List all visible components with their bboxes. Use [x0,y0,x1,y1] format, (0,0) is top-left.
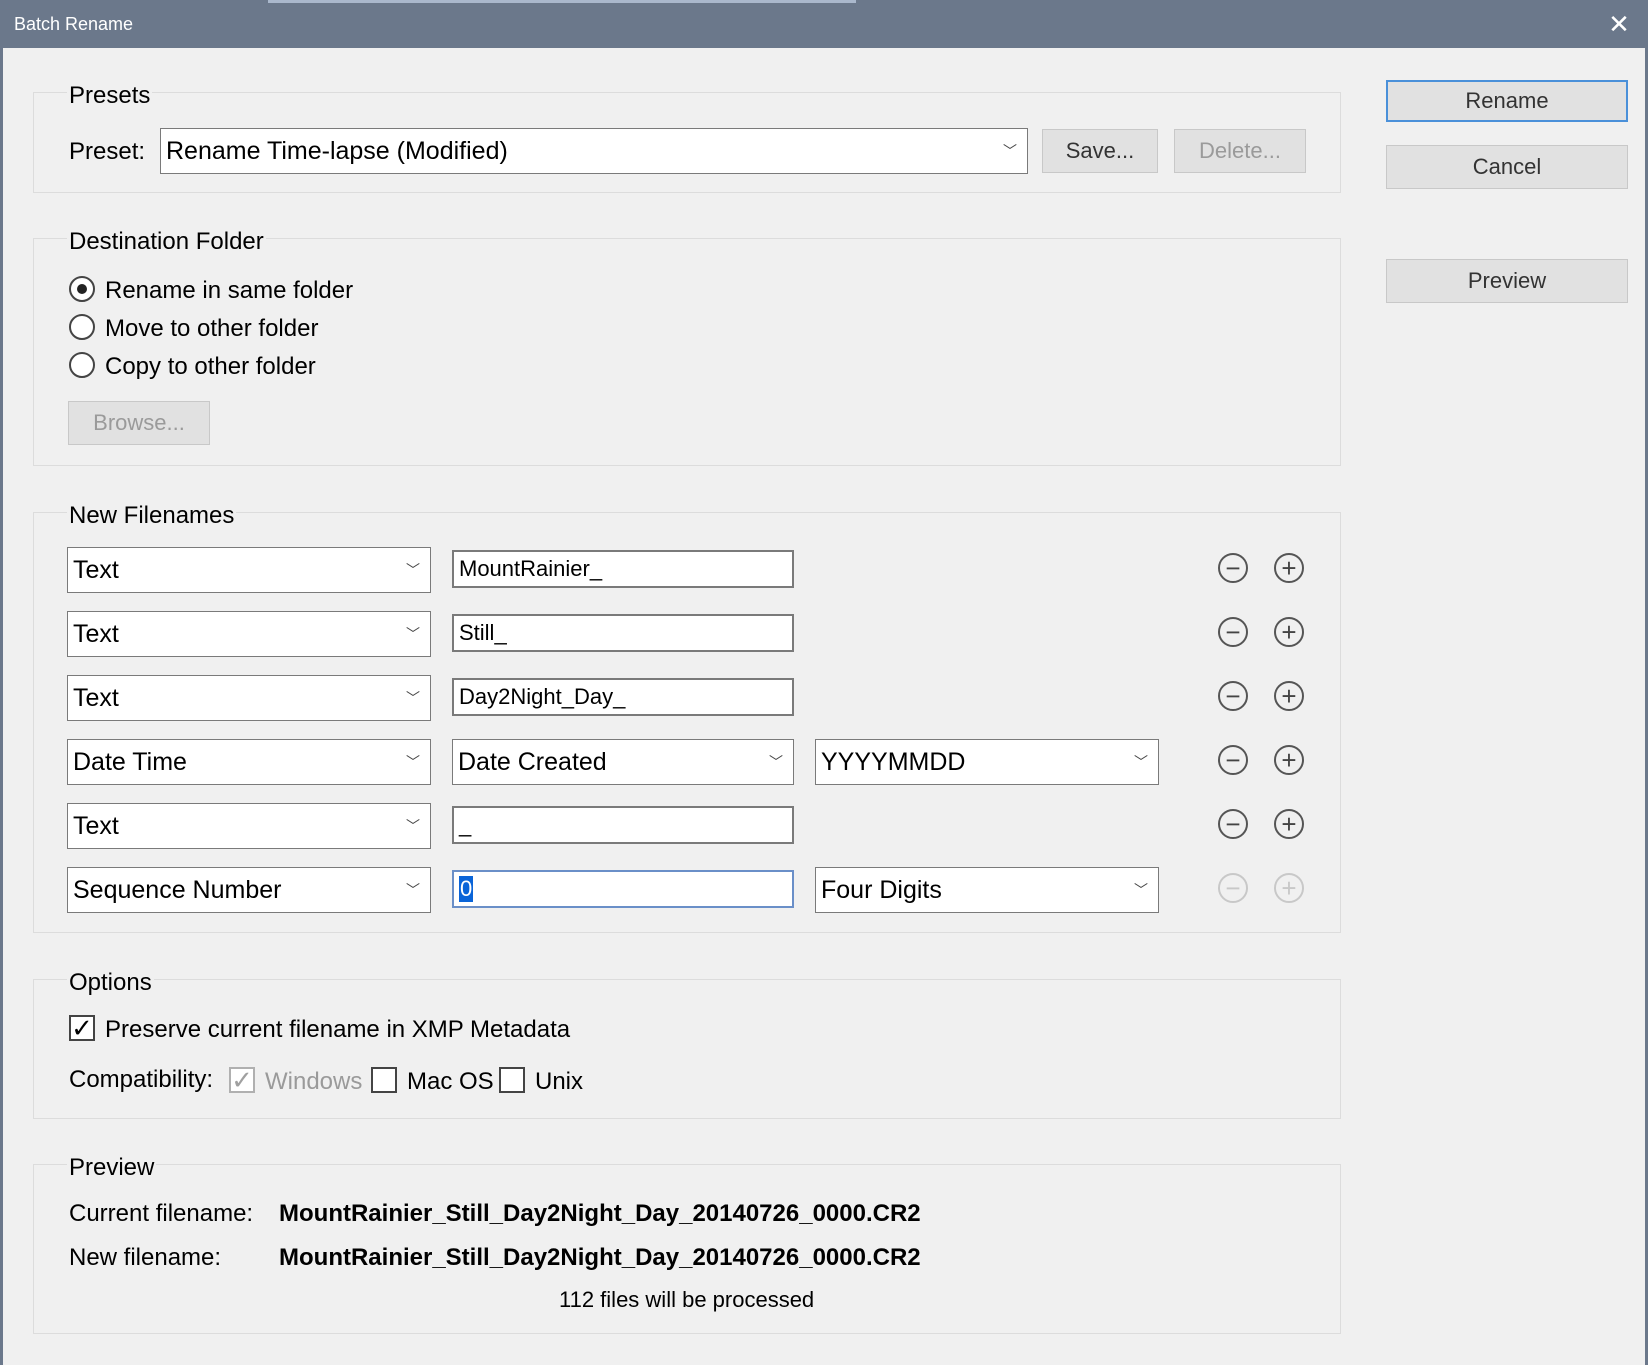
chevron-down-icon: ﹀ [406,626,420,642]
cancel-button[interactable]: Cancel [1386,145,1628,189]
options-group [33,979,1341,1119]
remove-row-icon[interactable]: − [1218,745,1248,775]
chevron-down-icon: ﹀ [1134,754,1148,770]
destination-group [33,238,1341,466]
sequence-start-input[interactable]: 0 [452,870,794,908]
options-legend: Options [67,969,154,997]
filename-type-value: Text [73,683,119,712]
destination-legend: Destination Folder [67,228,266,256]
new-filename-value: MountRainier_Still_Day2Night_Day_2014072… [279,1244,921,1271]
filename-type-select[interactable]: Date Time ﹀ [67,739,431,785]
remove-row-icon[interactable]: − [1218,617,1248,647]
filename-text-input[interactable]: MountRainier_ [452,550,794,588]
unix-label[interactable]: Unix [535,1068,583,1096]
preserve-filename-checkbox[interactable]: ✓ [69,1015,95,1041]
filename-text-input[interactable]: Still_ [452,614,794,652]
current-filename-label: Current filename: [69,1200,254,1227]
current-filename-value: MountRainier_Still_Day2Night_Day_2014072… [279,1200,921,1227]
filename-type-select[interactable]: Text ﹀ [67,803,431,849]
window-title: Batch Rename [14,14,134,34]
filename-type-value: Date Time [73,747,187,776]
date-source-value: Date Created [458,747,607,776]
chevron-down-icon: ﹀ [1003,143,1017,159]
add-row-icon[interactable]: + [1274,809,1304,839]
unix-checkbox[interactable] [499,1067,525,1093]
filename-type-value: Text [73,811,119,840]
preview-legend: Preview [67,1154,157,1182]
new-filenames-legend: New Filenames [67,502,237,530]
preset-label: Preset: [69,138,146,165]
chevron-down-icon: ﹀ [769,754,783,770]
title-bar: Batch Rename ✕ [0,0,1648,48]
date-format-value: YYYYMMDD [821,747,966,776]
filename-text-input[interactable]: _ [452,806,794,844]
add-row-icon[interactable]: + [1274,745,1304,775]
delete-preset-button[interactable]: Delete... [1174,129,1306,173]
filename-type-value: Text [73,555,119,584]
filename-type-select[interactable]: Text ﹀ [67,675,431,721]
window-border-left [0,48,3,1365]
chevron-down-icon: ﹀ [406,690,420,706]
title-bar-accent [268,0,856,3]
remove-row-icon[interactable]: − [1218,809,1248,839]
files-count-text: 112 files will be processed [559,1287,815,1312]
chevron-down-icon: ﹀ [406,562,420,578]
macos-checkbox[interactable] [371,1067,397,1093]
filename-type-select[interactable]: Text ﹀ [67,547,431,593]
date-source-select[interactable]: Date Created ﹀ [452,739,794,785]
radio-copy-other-folder[interactable] [69,352,95,378]
radio-label-move-other-folder[interactable]: Move to other folder [105,315,318,343]
sequence-digits-select[interactable]: Four Digits ﹀ [815,867,1159,913]
sequence-start-value: 0 [459,876,474,902]
new-filename-label: New filename: [69,1244,222,1271]
add-row-icon[interactable]: + [1274,681,1304,711]
windows-label[interactable]: Windows [265,1068,362,1096]
chevron-down-icon: ﹀ [406,882,420,898]
rename-button[interactable]: Rename [1386,80,1628,122]
date-format-select[interactable]: YYYYMMDD ﹀ [815,739,1159,785]
filename-text-input[interactable]: Day2Night_Day_ [452,678,794,716]
sequence-digits-value: Four Digits [821,875,942,904]
filename-type-select[interactable]: Sequence Number ﹀ [67,867,431,913]
filename-type-select[interactable]: Text ﹀ [67,611,431,657]
remove-row-icon[interactable]: − [1218,681,1248,711]
chevron-down-icon: ﹀ [1134,882,1148,898]
preserve-filename-label[interactable]: Preserve current filename in XMP Metadat… [105,1016,570,1044]
preset-select-value: Rename Time-lapse (Modified) [166,136,508,165]
windows-checkbox[interactable]: ✓ [229,1067,255,1093]
radio-selected-dot [77,284,87,294]
add-row-icon[interactable]: + [1274,617,1304,647]
preview-button[interactable]: Preview [1386,259,1628,303]
close-icon[interactable]: ✕ [1596,0,1642,48]
browse-button[interactable]: Browse... [68,401,210,445]
save-preset-button[interactable]: Save... [1042,129,1158,173]
chevron-down-icon: ﹀ [406,754,420,770]
radio-move-other-folder[interactable] [69,314,95,340]
radio-rename-same-folder[interactable] [69,276,95,302]
add-row-icon[interactable]: + [1274,553,1304,583]
radio-label-copy-other-folder[interactable]: Copy to other folder [105,353,316,381]
radio-label-rename-same-folder[interactable]: Rename in same folder [105,277,353,305]
remove-row-icon[interactable]: − [1218,873,1248,903]
presets-legend: Presets [67,82,153,110]
remove-row-icon[interactable]: − [1218,553,1248,583]
add-row-icon[interactable]: + [1274,873,1304,903]
preset-select[interactable]: Rename Time-lapse (Modified) ﹀ [160,128,1028,174]
filename-type-value: Sequence Number [73,875,282,904]
chevron-down-icon: ﹀ [406,818,420,834]
filename-type-value: Text [73,619,119,648]
macos-label[interactable]: Mac OS [407,1068,494,1096]
compatibility-label: Compatibility: [69,1066,214,1093]
